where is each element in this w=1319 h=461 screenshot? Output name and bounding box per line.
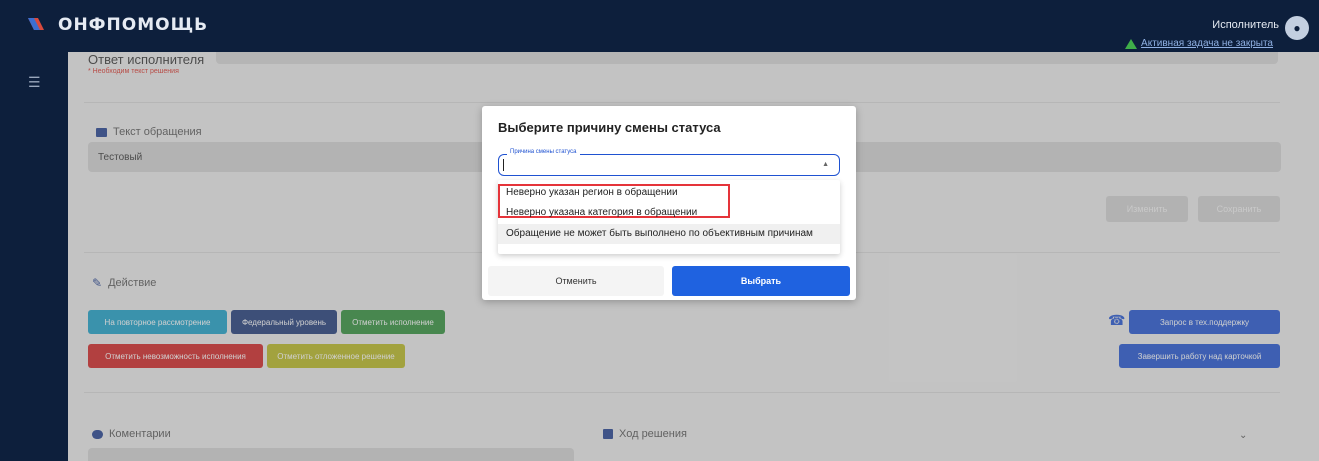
reason-option[interactable]: Обращение не может быть выполнено по объ… <box>498 224 840 244</box>
confirm-button[interactable]: Выбрать <box>672 266 850 296</box>
caret-up-icon[interactable]: ▲ <box>822 161 829 168</box>
logo-icon <box>28 18 44 30</box>
cancel-button[interactable]: Отменить <box>488 266 664 296</box>
active-task-alert-link[interactable]: Активная задача не закрыта <box>1141 38 1273 49</box>
warning-icon <box>1125 38 1138 49</box>
top-bar: ОНФПОМОЩЬ Исполнитель ● Активная задача … <box>0 0 1319 52</box>
reason-select[interactable]: Причина смены статуса ▲ <box>498 149 840 176</box>
reason-dropdown: Неверно указан регион в обращении Неверн… <box>498 180 840 254</box>
text-cursor <box>503 159 504 171</box>
reason-select-label: Причина смены статуса <box>507 149 580 155</box>
status-reason-modal: Выберите причину смены статуса Причина с… <box>482 106 856 300</box>
menu-list-icon[interactable]: ☰ <box>28 74 41 91</box>
reason-option[interactable]: Неверно указана категория в обращении <box>506 207 697 218</box>
modal-footer: Отменить Выбрать <box>488 266 850 296</box>
alert-row[interactable]: Активная задача не закрыта <box>1125 38 1273 49</box>
modal-title: Выберите причину смены статуса <box>498 120 721 135</box>
logo-text: ОНФПОМОЩЬ <box>58 15 209 35</box>
user-role: Исполнитель <box>1212 19 1279 31</box>
reason-option[interactable]: Неверно указан регион в обращении <box>506 187 678 198</box>
sidebar: ☰ <box>0 52 68 461</box>
user-avatar-icon[interactable]: ● <box>1285 16 1309 40</box>
